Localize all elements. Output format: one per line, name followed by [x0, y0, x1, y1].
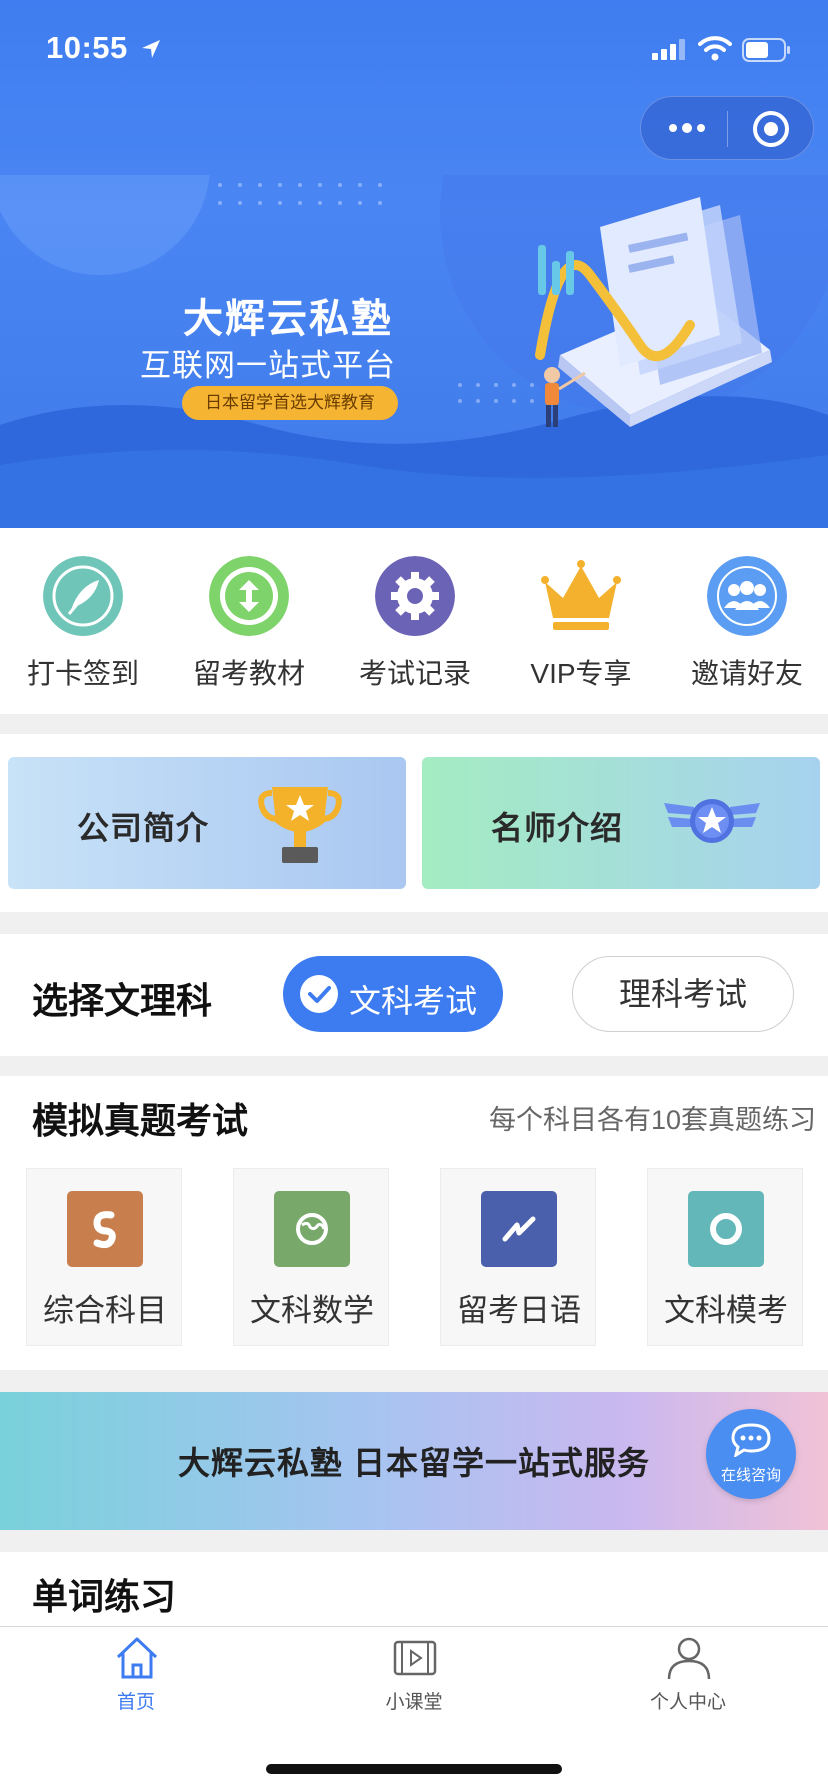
- banner-subtitle: 互联网一站式平台: [140, 348, 396, 383]
- intro-section: 公司简介 名师介绍: [0, 734, 828, 912]
- exam-subject-math[interactable]: 文科数学: [233, 1168, 389, 1346]
- gear-icon: [375, 556, 455, 636]
- status-time: 10:55: [46, 30, 128, 65]
- word-practice-section: 单词练习: [0, 1552, 828, 1626]
- tab-profile[interactable]: 个人中心: [598, 1635, 778, 1715]
- exam-subject-label: 文科数学: [250, 1293, 374, 1328]
- user-icon: [667, 1637, 711, 1680]
- teacher-intro-card[interactable]: 名师介绍: [422, 757, 820, 889]
- ring-icon: [688, 1191, 764, 1267]
- lightning-icon: [481, 1191, 557, 1267]
- quill-icon: [43, 556, 123, 636]
- exam-subject-general[interactable]: 综合科目: [26, 1168, 182, 1346]
- banner-header: 10:55 大辉云私塾 互联网一站式平台 日本留学首选大辉教育: [0, 0, 828, 528]
- tab-label: 个人中心: [649, 1692, 726, 1713]
- close-target-icon[interactable]: [751, 109, 791, 149]
- quick-menu: 打卡签到 留考教材 考试记录 VIP专享 邀请好友: [0, 528, 828, 714]
- capsule-divider: [727, 111, 728, 147]
- wifi-icon: [698, 36, 732, 61]
- option-label: 文科考试: [349, 983, 478, 1019]
- quick-item-label: 考试记录: [358, 658, 471, 689]
- company-intro-card[interactable]: 公司简介: [8, 757, 406, 889]
- mock-exam-note: 每个科目各有10套真题练习: [488, 1105, 816, 1135]
- mock-exam-section: 模拟真题考试 每个科目各有10套真题练习 综合科目 文科数学 留考日语 文科模考: [0, 1076, 828, 1370]
- miniprogram-capsule: [640, 96, 814, 160]
- star-badge-icon: [664, 799, 760, 843]
- battery-icon: [742, 38, 790, 62]
- banner-tag: 日本留学首选大辉教育: [182, 386, 398, 420]
- quick-item-label: VIP专享: [530, 658, 632, 689]
- swirl-icon: [67, 1191, 143, 1267]
- trophy-icon: [258, 787, 342, 863]
- promo-text: 大辉云私塾 日本留学一站式服务: [178, 1445, 650, 1481]
- exam-subject-japanese[interactable]: 留考日语: [440, 1168, 596, 1346]
- quick-item-label: 邀请好友: [690, 658, 803, 689]
- company-intro-label: 公司简介: [76, 810, 209, 846]
- more-icon[interactable]: [665, 105, 709, 151]
- word-practice-title: 单词练习: [32, 1576, 177, 1617]
- tab-home[interactable]: 首页: [46, 1635, 226, 1715]
- subject-select-title: 选择文理科: [32, 980, 213, 1021]
- up-down-arrow-icon: [209, 556, 289, 636]
- video-icon: [393, 1640, 437, 1676]
- tab-label: 首页: [116, 1692, 155, 1713]
- exam-subject-label: 留考日语: [457, 1293, 581, 1328]
- signal-icon: [652, 39, 685, 60]
- quick-item-materials[interactable]: 留考教材: [166, 528, 332, 714]
- crown-icon: [541, 560, 621, 630]
- option-liberal-arts[interactable]: 文科考试: [283, 956, 503, 1032]
- home-indicator: [266, 1764, 562, 1774]
- quick-item-exam-records[interactable]: 考试记录: [332, 528, 498, 714]
- online-consult-button[interactable]: 在线咨询: [706, 1409, 796, 1499]
- location-arrow-icon: [142, 40, 160, 58]
- option-science[interactable]: 理科考试: [572, 956, 794, 1032]
- subject-select-section: 选择文理科 文科考试 理科考试: [0, 934, 828, 1056]
- quick-item-label: 留考教材: [192, 658, 305, 689]
- teacher-intro-label: 名师介绍: [490, 810, 623, 846]
- promo-banner[interactable]: 大辉云私塾 日本留学一站式服务: [0, 1392, 828, 1530]
- globe-icon: [274, 1191, 350, 1267]
- tab-classroom[interactable]: 小课堂: [324, 1635, 504, 1715]
- people-icon: [707, 556, 787, 636]
- quick-item-invite[interactable]: 邀请好友: [664, 528, 828, 714]
- tab-label: 小课堂: [385, 1692, 443, 1713]
- banner-title: 大辉云私塾: [183, 297, 393, 341]
- quick-item-label: 打卡签到: [26, 658, 139, 689]
- check-circle-icon: [300, 975, 338, 1013]
- quick-item-vip[interactable]: VIP专享: [498, 528, 664, 714]
- exam-subject-mock[interactable]: 文科模考: [647, 1168, 803, 1346]
- home-icon: [116, 1637, 158, 1679]
- quick-item-checkin[interactable]: 打卡签到: [0, 528, 166, 714]
- mock-exam-title: 模拟真题考试: [32, 1100, 249, 1141]
- exam-subject-label: 综合科目: [43, 1293, 167, 1328]
- online-consult-label: 在线咨询: [720, 1467, 781, 1484]
- status-bar: 10:55: [0, 0, 828, 100]
- chat-bubble-icon: [731, 1423, 771, 1457]
- exam-subject-label: 文科模考: [664, 1293, 788, 1328]
